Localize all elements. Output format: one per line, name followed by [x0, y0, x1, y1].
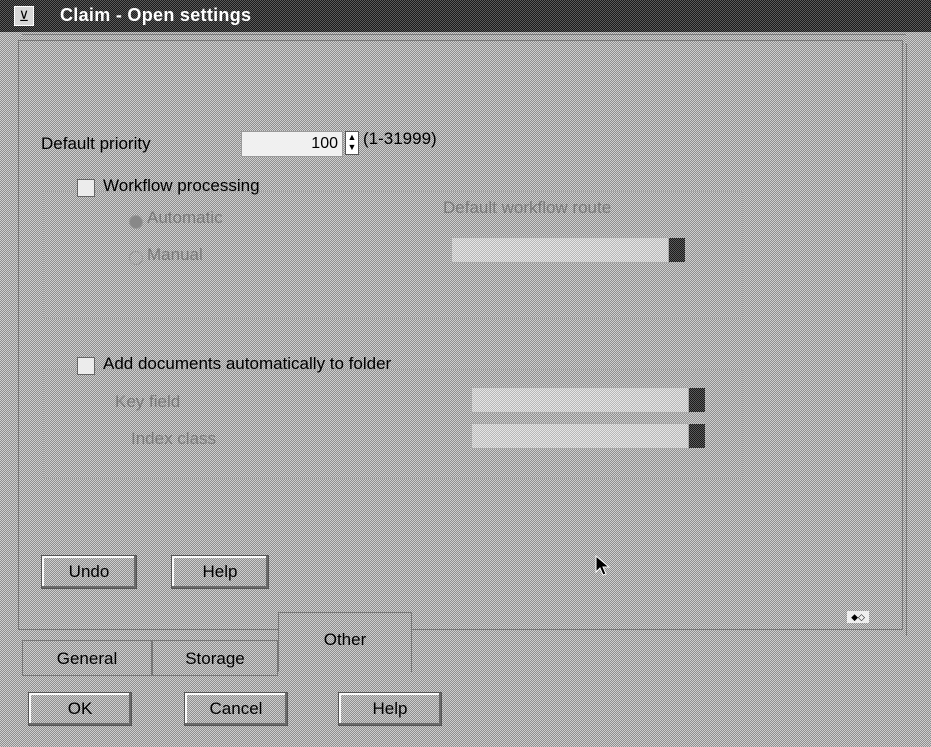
tab-general[interactable]: General [22, 640, 152, 676]
route-label: Default workflow route [443, 198, 612, 217]
radio-manual[interactable] [129, 251, 143, 265]
radio-automatic-label[interactable]: Automatic [147, 208, 223, 228]
system-menu-icon[interactable]: ⊻ [14, 6, 34, 26]
spin-down-icon[interactable]: ▼ [346, 142, 358, 152]
key-field-combobox[interactable] [471, 387, 689, 413]
window-title: Claim - Open settings [60, 5, 252, 25]
priority-range-label: (1-31999) [363, 129, 437, 148]
priority-spin-buttons[interactable]: ▲ ▼ [345, 131, 359, 155]
route-combobox[interactable] [451, 237, 669, 263]
tab-storage[interactable]: Storage [152, 640, 278, 676]
radio-manual-label[interactable]: Manual [147, 245, 203, 265]
key-field-label: Key field [115, 392, 181, 411]
mouse-pointer-icon [595, 555, 611, 576]
workflow-checkbox[interactable] [77, 179, 95, 197]
index-class-dropdown-button[interactable] [689, 424, 705, 448]
index-class-label: Index class [131, 429, 217, 448]
index-class-combobox[interactable] [471, 423, 689, 449]
spin-up-icon[interactable]: ▲ [346, 132, 358, 142]
ok-button[interactable]: OK [28, 692, 132, 726]
priority-spinbox[interactable]: 100 [241, 131, 343, 157]
folder-checkbox-label[interactable]: Add documents automatically to folder [99, 354, 395, 374]
cancel-button[interactable]: Cancel [184, 692, 288, 726]
dialog-window: ⊻ Claim - Open settings Default priority… [0, 0, 931, 747]
notebook-page: Default priority 100 ▲ ▼ (1-31999) Workf… [18, 40, 903, 630]
route-dropdown-button[interactable] [669, 238, 685, 262]
priority-label: Default priority [41, 134, 151, 153]
folder-checkbox[interactable] [77, 357, 95, 375]
workflow-checkbox-label[interactable]: Workflow processing [99, 176, 264, 196]
key-field-dropdown-button[interactable] [689, 388, 705, 412]
radio-automatic[interactable] [129, 215, 143, 229]
undo-button[interactable]: Undo [41, 555, 137, 589]
page-arrows-icon[interactable]: ◆◇ [847, 611, 869, 623]
tab-other[interactable]: Other [278, 612, 412, 672]
page-help-button[interactable]: Help [171, 555, 269, 589]
title-bar[interactable]: ⊻ Claim - Open settings [0, 0, 931, 32]
dialog-help-button[interactable]: Help [338, 692, 442, 726]
